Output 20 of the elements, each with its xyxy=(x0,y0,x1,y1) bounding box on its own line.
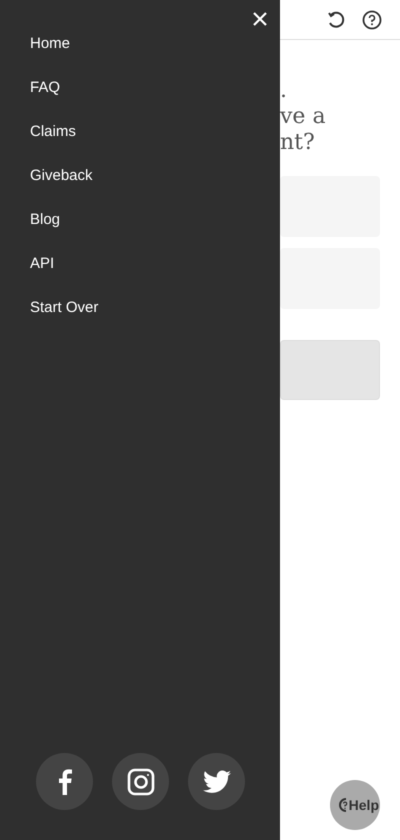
menu-item[interactable]: Home xyxy=(30,22,70,66)
menu-item[interactable]: FAQ xyxy=(30,66,60,110)
input-field[interactable] xyxy=(280,176,380,237)
menu-item[interactable]: API xyxy=(30,242,54,286)
close-icon[interactable] xyxy=(252,11,268,27)
input-field[interactable] xyxy=(280,248,380,309)
menu-item[interactable]: Start Over xyxy=(30,286,98,330)
help-icon[interactable] xyxy=(362,10,382,30)
bird-icon xyxy=(202,770,230,794)
menu-item[interactable]: Giveback xyxy=(30,154,93,198)
instagram-icon xyxy=(126,768,154,796)
heading-text: nt? xyxy=(280,130,315,156)
menu-item[interactable]: Blog xyxy=(30,198,60,242)
help-button[interactable]: Help xyxy=(330,780,380,830)
heading-text: ve a xyxy=(280,104,326,130)
facebook-icon xyxy=(58,768,72,794)
menu-item[interactable]: Claims xyxy=(30,110,76,154)
help-icon xyxy=(338,797,348,813)
heading-text: . xyxy=(280,78,287,104)
undo-icon[interactable] xyxy=(326,10,346,30)
